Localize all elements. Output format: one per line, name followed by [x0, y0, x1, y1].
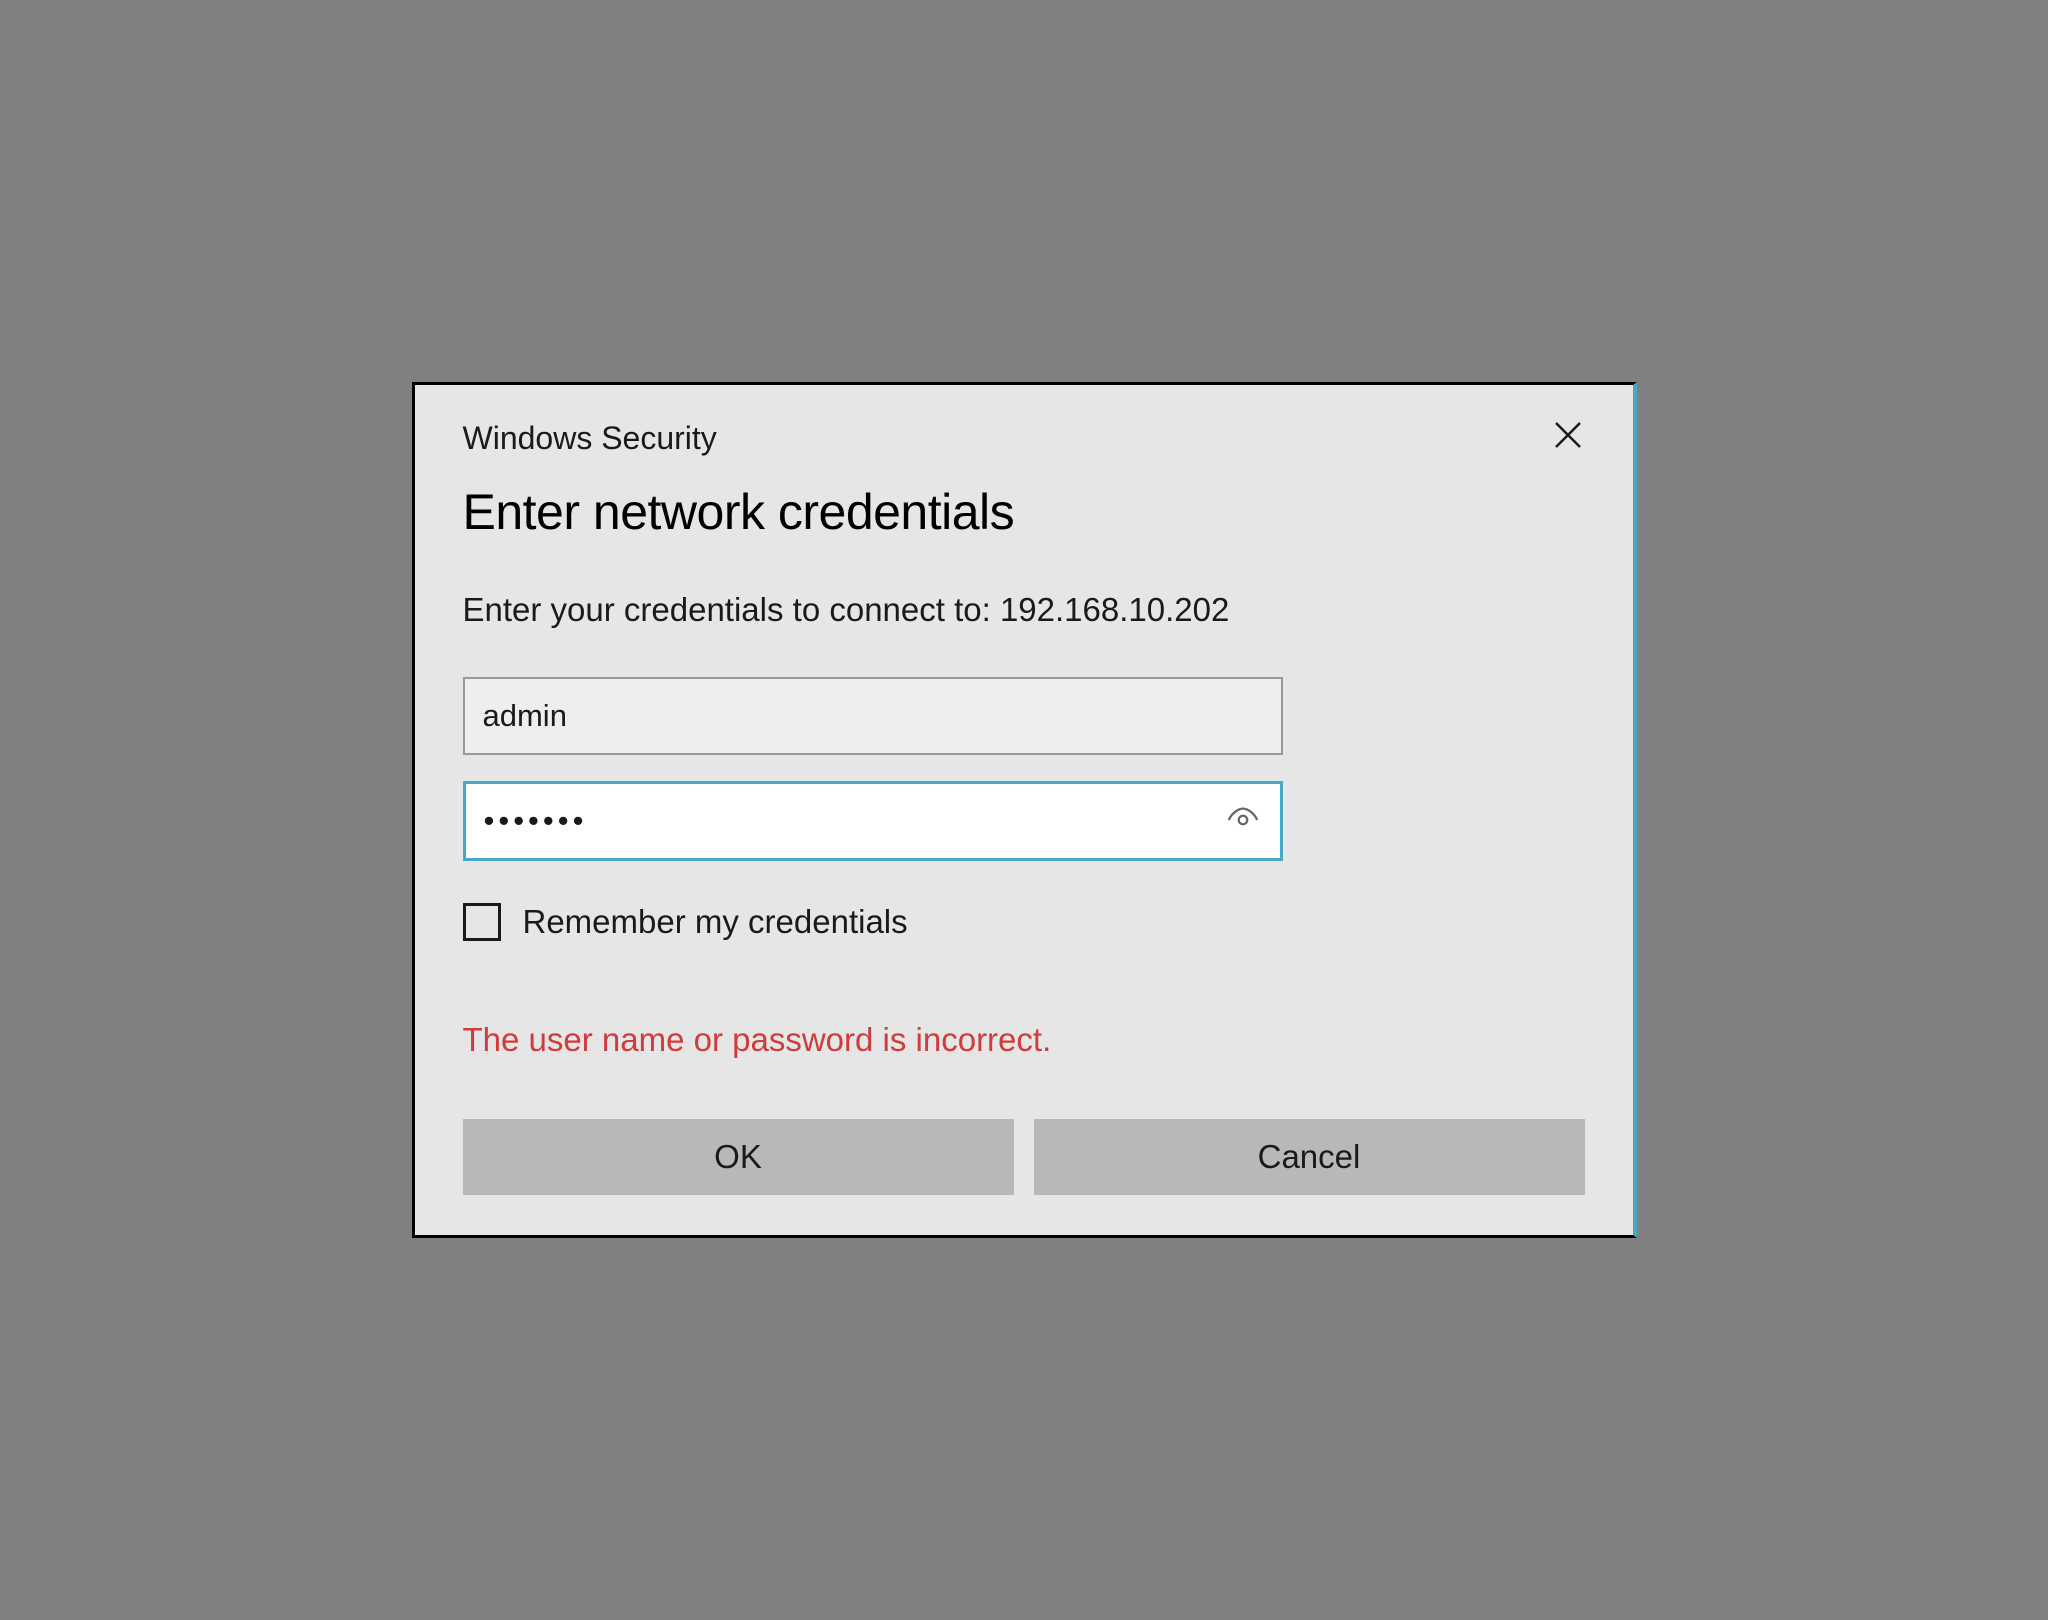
- remember-checkbox[interactable]: [463, 903, 501, 941]
- username-group: [463, 677, 1283, 755]
- ok-button[interactable]: OK: [463, 1119, 1014, 1195]
- dialog-title: Windows Security: [463, 420, 717, 457]
- reveal-password-button[interactable]: [1225, 803, 1261, 839]
- connect-subtext: Enter your credentials to connect to: 19…: [463, 591, 1585, 629]
- dialog-heading: Enter network credentials: [463, 483, 1585, 541]
- titlebar: Windows Security: [415, 385, 1633, 473]
- password-input[interactable]: [463, 781, 1283, 861]
- username-input[interactable]: [463, 677, 1283, 755]
- cancel-button[interactable]: Cancel: [1034, 1119, 1585, 1195]
- remember-label[interactable]: Remember my credentials: [523, 903, 908, 941]
- dialog-content: Enter network credentials Enter your cre…: [415, 473, 1633, 1235]
- close-icon: [1552, 418, 1584, 458]
- close-button[interactable]: [1543, 413, 1593, 463]
- password-group: [463, 781, 1283, 861]
- remember-row: Remember my credentials: [463, 903, 1585, 941]
- eye-icon: [1226, 803, 1260, 840]
- error-message: The user name or password is incorrect.: [463, 1021, 1585, 1059]
- credentials-dialog: Windows Security Enter network credentia…: [412, 382, 1637, 1238]
- button-row: OK Cancel: [463, 1119, 1585, 1195]
